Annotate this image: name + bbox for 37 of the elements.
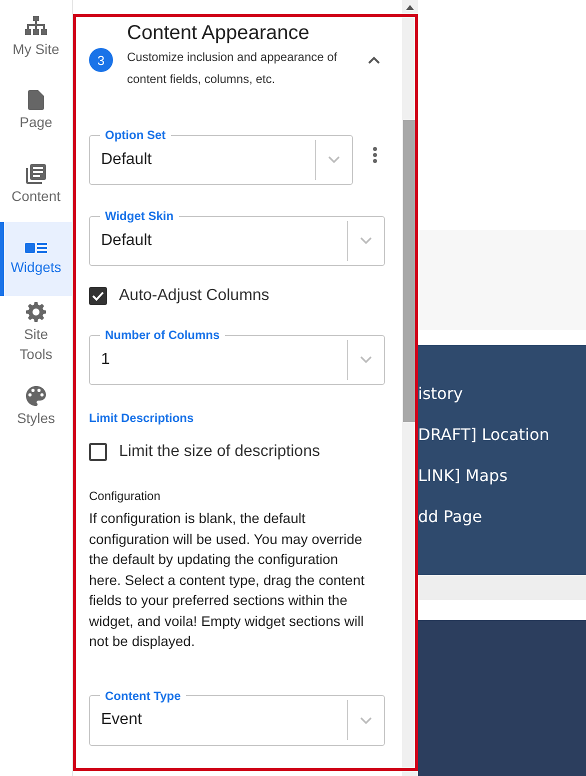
select-field[interactable]: Option Set Default bbox=[89, 129, 353, 185]
nav-item[interactable]: Site Tools bbox=[0, 296, 72, 370]
menu-link[interactable]: dd Page bbox=[418, 505, 482, 528]
checkbox-label: Limit the size of descriptions bbox=[119, 443, 320, 461]
palette-icon bbox=[26, 386, 46, 406]
nav-item[interactable]: Page bbox=[0, 74, 72, 148]
field-label: Configuration bbox=[89, 489, 162, 503]
more-menu-icon[interactable] bbox=[373, 146, 377, 162]
nav-item[interactable]: My Site bbox=[0, 0, 72, 74]
settings-icon bbox=[26, 302, 46, 322]
chevron-down-icon bbox=[328, 156, 340, 163]
scroll-up-icon[interactable] bbox=[406, 5, 414, 10]
menu-link[interactable]: DRAFT] Location bbox=[418, 423, 550, 446]
step-badge: 3 bbox=[89, 48, 113, 72]
chevron-down-icon bbox=[360, 356, 372, 363]
select-field[interactable]: Number of Columns 1 bbox=[89, 329, 385, 385]
chevron-down-icon bbox=[360, 237, 372, 244]
select-field[interactable]: Content Type Event bbox=[89, 690, 385, 746]
checkbox[interactable] bbox=[89, 443, 107, 461]
checkbox[interactable] bbox=[89, 287, 107, 305]
sitemap-icon bbox=[25, 15, 47, 37]
chevron-down-icon bbox=[360, 716, 372, 724]
section-title: Content Appearance bbox=[127, 21, 310, 46]
documents-icon bbox=[26, 164, 46, 184]
nav-item[interactable]: Content bbox=[0, 148, 72, 222]
section-subtitle: Customize inclusion and appearance of content fields, columns, etc. bbox=[127, 49, 338, 88]
select-field[interactable]: Widget Skin Default bbox=[89, 210, 385, 266]
nav-item[interactable]: Widgets bbox=[0, 222, 72, 296]
section-heading: Limit Descriptions bbox=[89, 411, 195, 425]
widgets-icon bbox=[25, 241, 47, 255]
chevron-up-icon[interactable] bbox=[368, 56, 380, 64]
menu-link[interactable]: istory bbox=[418, 382, 463, 405]
page-icon bbox=[28, 90, 44, 110]
checkbox-label: Auto-Adjust Columns bbox=[119, 287, 270, 305]
help-text: If configuration is blank, the default configuration will be used. You may override the default by updating the configuration here. Select a content type, drag the content fields to your preferred sections within the widget, and voila! Empty widget sections will not be displayed. bbox=[89, 509, 366, 651]
menu-link[interactable]: LINK] Maps bbox=[418, 464, 508, 487]
nav-item[interactable]: Styles bbox=[0, 370, 72, 444]
